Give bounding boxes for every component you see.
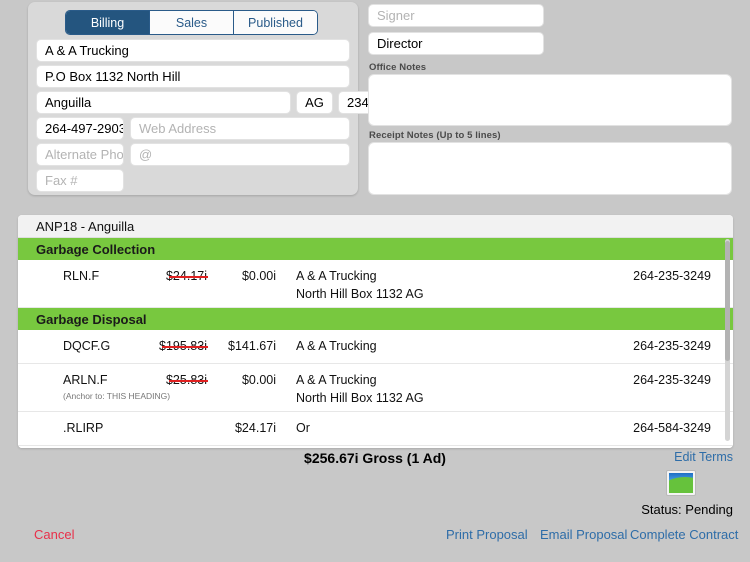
- signer-input[interactable]: Signer: [368, 4, 544, 27]
- address-input[interactable]: P.O Box 1132 North Hill: [36, 65, 350, 88]
- tab-sales[interactable]: Sales: [150, 11, 234, 34]
- receipt-notes-label: Receipt Notes (Up to 5 lines): [369, 130, 501, 141]
- tab-segmented-control[interactable]: Billing Sales Published: [65, 10, 318, 35]
- row-desc-2: North Hill Box 1132 AG: [296, 391, 424, 405]
- row-old-price: $24.17i: [145, 269, 209, 283]
- gross-total: $256.67i Gross (1 Ad): [304, 450, 446, 466]
- email-input[interactable]: @: [130, 143, 350, 166]
- alternate-phone-input[interactable]: Alternate Phone: [36, 143, 124, 166]
- row-desc-1: A & A Trucking: [296, 373, 377, 387]
- table-scrollbar-thumb[interactable]: [725, 241, 730, 361]
- city-input[interactable]: Anguilla: [36, 91, 291, 114]
- row-code: ARLN.F: [63, 373, 108, 387]
- row-old-price: $25.83i: [145, 373, 209, 387]
- tab-billing[interactable]: Billing: [66, 11, 150, 34]
- row-new-price: $24.17i: [234, 421, 276, 435]
- row-desc-2: North Hill Box 1132 AG: [296, 287, 424, 301]
- photo-icon-hill: [669, 477, 693, 493]
- row-new-price: $0.00i: [241, 373, 276, 387]
- table-row[interactable]: DQCF.G $195.83i $141.67i A & A Trucking …: [18, 330, 733, 364]
- order-table-scroll-area[interactable]: ANP18 - Anguilla Garbage Collection RLN.…: [18, 215, 733, 448]
- edit-terms-link[interactable]: Edit Terms: [674, 450, 733, 464]
- photo-icon-image: [669, 473, 693, 493]
- photo-thumbnail-icon[interactable]: [666, 470, 696, 496]
- table-row[interactable]: ARLN.F (Anchor to: THIS HEADING) $25.83i…: [18, 364, 733, 412]
- row-new-price: $0.00i: [241, 269, 276, 283]
- print-proposal-button[interactable]: Print Proposal: [446, 527, 528, 542]
- row-phone: 264-235-3249: [633, 269, 711, 283]
- row-code: RLN.F: [63, 269, 100, 283]
- group-heading: Garbage Collection: [18, 238, 733, 260]
- table-row[interactable]: RLN.F $24.17i $0.00i A & A Trucking Nort…: [18, 260, 733, 308]
- cancel-button[interactable]: Cancel: [34, 527, 74, 542]
- web-address-input[interactable]: Web Address: [130, 117, 350, 140]
- row-phone: 264-235-3249: [633, 373, 711, 387]
- row-desc-1: Or: [296, 421, 310, 435]
- strikethrough-price: $25.83i: [165, 373, 209, 387]
- row-phone: 264-235-3249: [633, 339, 711, 353]
- tab-published[interactable]: Published: [234, 11, 317, 34]
- row-anchor-note: (Anchor to: THIS HEADING): [63, 391, 171, 401]
- table-row[interactable]: .RLIRP $24.17i Or 264-584-3249: [18, 412, 733, 446]
- strikethrough-price: $24.17i: [165, 269, 209, 283]
- group-heading: Garbage Disposal: [18, 308, 733, 330]
- phone-input[interactable]: 264-497-2903: [36, 117, 124, 140]
- order-table-card: ANP18 - Anguilla Garbage Collection RLN.…: [18, 215, 733, 448]
- billing-card: Billing Sales Published A & A Trucking P…: [28, 2, 398, 195]
- row-old-price: $195.83i: [145, 339, 208, 353]
- fax-input[interactable]: Fax #: [36, 169, 124, 192]
- row-phone: 264-584-3249: [633, 421, 711, 435]
- office-notes-label: Office Notes: [369, 62, 427, 73]
- order-table-title: ANP18 - Anguilla: [18, 215, 733, 238]
- status-badge: Status: Pending: [641, 502, 733, 517]
- office-notes-textarea[interactable]: [368, 74, 732, 126]
- company-name-input[interactable]: A & A Trucking: [36, 39, 350, 62]
- row-new-price: $141.67i: [228, 339, 276, 353]
- complete-contract-button[interactable]: Complete Contract: [630, 527, 738, 542]
- email-proposal-button[interactable]: Email Proposal: [540, 527, 627, 542]
- receipt-notes-textarea[interactable]: [368, 142, 732, 195]
- state-input[interactable]: AG: [296, 91, 333, 114]
- strikethrough-price: $195.83i: [159, 339, 208, 353]
- row-code: .RLIRP: [63, 421, 104, 435]
- table-row[interactable]: BEL.F $30.00i $0.00i Fax 264-235-3222: [18, 446, 733, 448]
- row-desc-1: A & A Trucking: [296, 269, 377, 283]
- signer-title-input[interactable]: Director: [368, 32, 544, 55]
- top-form-area: Billing Sales Published A & A Trucking P…: [0, 0, 750, 205]
- row-desc-1: A & A Trucking: [296, 339, 377, 353]
- row-code: DQCF.G: [63, 339, 111, 353]
